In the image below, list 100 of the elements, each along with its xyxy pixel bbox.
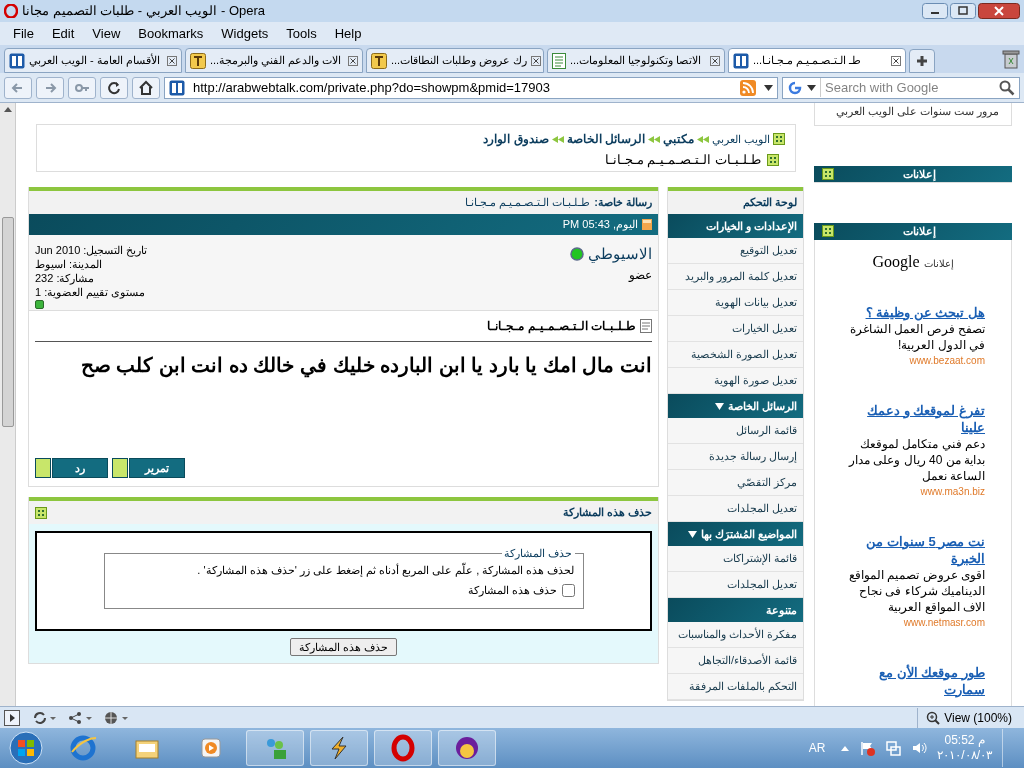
ad-title-link[interactable]: هل تبحث عن وظيفة ؟ [841, 303, 985, 321]
ads-header-title: إعلانات [901, 166, 937, 182]
sidebar-section-header[interactable]: الإعدادات و الخيارات [668, 214, 803, 238]
menu-item[interactable]: Widgets [212, 23, 278, 44]
ad-title-link[interactable]: طور موقعك الأن مع سمارت [841, 663, 985, 698]
menu-item[interactable]: File [4, 23, 43, 44]
reputation-icon [35, 300, 44, 309]
sidebar-section-title: متنوعة [766, 602, 797, 619]
close-icon [891, 55, 901, 66]
username-link[interactable]: الاسيوطي [588, 243, 652, 266]
network-icon [68, 710, 92, 725]
new-tab-button[interactable] [909, 49, 935, 73]
user-info: مستوى تقييم العضوية: 1 [35, 285, 146, 299]
breadcrumb-link[interactable]: مكتبي [662, 130, 694, 148]
maximize-icon [950, 3, 976, 19]
ad-text: تصفح فرص العمل الشاغرة في الدول العربية! [849, 321, 985, 353]
user-role: عضو [627, 266, 652, 284]
messenger-taskbar-button[interactable] [246, 730, 304, 766]
sidebar-section-header[interactable]: المواضيع المُشترَك بها [668, 522, 803, 546]
zoom-button[interactable]: View (100%) [917, 707, 1020, 728]
globe-icon [104, 710, 128, 725]
fieldset-legend: حذف المشاركة [502, 545, 575, 562]
double-arrow-icon [696, 135, 709, 143]
breadcrumb-link[interactable]: صندوق الوارد [483, 130, 549, 148]
menu-item[interactable]: Help [325, 23, 371, 44]
post-action-button[interactable]: تمرير [129, 458, 185, 478]
ad-title-link[interactable]: تفرغ لموقعك و دعمك علينا [841, 401, 985, 436]
close-icon [978, 3, 1020, 19]
sidebar-link[interactable]: تعديل بيانات الهوية [668, 290, 803, 316]
sidebar-link[interactable]: قائمة الإشتراكات [668, 546, 803, 572]
browser-tab[interactable]: ...طـ الـتـصـمـيـم مـجـانـا [728, 48, 906, 73]
opera-taskbar-button[interactable] [374, 730, 432, 766]
sidebar-link[interactable]: تعديل كلمة المرور والبريد [668, 264, 803, 290]
reload-button[interactable] [100, 76, 128, 99]
sidebar-link[interactable]: إرسال رسالة جديدة [668, 444, 803, 470]
user-info: المدينة: اسيوط [35, 257, 103, 271]
browser-tab[interactable]: ...الات والدعم الفني والبرمجة [185, 48, 363, 73]
opera-taskbar-icon [389, 734, 417, 762]
post-text: انت مال امك يا بارد يا ابن البارده خليك في خالك ده انت ابن كلب صح [79, 353, 652, 380]
sidebar-link[interactable]: مركز التقصّي [668, 470, 803, 496]
ad-title-link[interactable]: نت مصر 5 سنوات من الخبرة [841, 532, 985, 567]
double-arrow-icon [551, 135, 564, 143]
ads-header-title: إعلانات [901, 224, 937, 240]
browser-tab[interactable]: ...الاتصا وتكنولوجيا المعلومات [547, 48, 725, 73]
post-title: طـلـبـات الـتـصـمـيـم مـجـانـا [487, 318, 636, 335]
sidebar-link[interactable]: تعديل المجلدات [668, 496, 803, 522]
panel-toggle-icon [4, 709, 20, 726]
home-button[interactable] [132, 76, 160, 99]
zoom-icon [926, 710, 941, 725]
menu-item[interactable]: Edit [42, 23, 84, 44]
scrollbar-thumb[interactable] [1, 217, 14, 427]
site-logo-icon [169, 79, 185, 96]
close-icon [348, 55, 358, 66]
sidebar-link[interactable]: تعديل التوقيع [668, 238, 803, 264]
scrollbar[interactable] [0, 103, 16, 706]
post-date: اليوم, 05:43 PM [562, 217, 638, 233]
sidebar-section-header[interactable]: الرسائل الخاصة [668, 394, 803, 418]
back-button[interactable] [4, 76, 32, 99]
browser-tab[interactable]: الأقسام العامة - الويب العربي [4, 48, 182, 73]
search-icon [999, 79, 1015, 96]
sidebar-link[interactable]: قائمة الرسائل [668, 418, 803, 444]
breadcrumb-link[interactable]: الرسائل الخاصة [566, 130, 645, 148]
sidebar-link[interactable]: تعديل المجلدات [668, 572, 803, 598]
forum-logo-icon [190, 52, 206, 69]
search-field[interactable]: Search with Google [782, 76, 1020, 99]
breadcrumb-link[interactable]: الويب العربي [711, 130, 770, 148]
forward-button[interactable] [36, 76, 64, 99]
window-title: الويب العربي - طلبات التصميم مجانا - Opera [22, 2, 266, 21]
sidebar-section-header[interactable]: متنوعة [668, 598, 803, 622]
close-icon [167, 55, 177, 66]
windows-logo-icon [9, 731, 43, 765]
delete-checkbox[interactable] [561, 583, 575, 597]
menu-item[interactable]: View [83, 23, 130, 44]
sidebar-link[interactable]: مفكرة الأحداث والمناسبات [668, 622, 803, 648]
site-logo-icon [9, 52, 25, 69]
menu-item[interactable]: Tools [277, 23, 326, 44]
sidebar-link[interactable]: التحكم بالملفات المرفقة [668, 674, 803, 700]
browser-tab[interactable]: ...رك عروض وطلبات النطاقات [366, 48, 544, 73]
sidebar-link[interactable]: تعديل صورة الهوية [668, 368, 803, 394]
sidebar-link[interactable]: تعديل الخيارات [668, 316, 803, 342]
delete-post-button[interactable]: حذف هذه المشاركة [289, 638, 398, 656]
news-link[interactable]: مرور ست سنوات على الويب العربي [835, 103, 999, 120]
google-logo-icon [787, 79, 803, 96]
collapse-arrow-icon [714, 402, 724, 410]
scroll-up-arrow-icon [3, 107, 12, 112]
trash-icon [1002, 49, 1020, 69]
sidebar-link[interactable]: قائمة الأصدقاء/التجاهل [668, 648, 803, 674]
home-icon [138, 79, 154, 96]
close-icon [710, 55, 720, 66]
rss-icon [740, 79, 756, 96]
post-action-button[interactable]: رد [52, 458, 108, 478]
sidebar-link[interactable]: تعديل الصورة الشخصية [668, 342, 803, 368]
address-field[interactable]: http://arabwebtalk.com/private.php?do=showpm&pmid=17903 [164, 76, 778, 99]
plus-icon [916, 55, 928, 67]
double-arrow-icon [647, 135, 660, 143]
site-logo-icon [733, 52, 749, 69]
instruction-text: لحذف هذه المشاركة , علّم على المربع أدناه ثم إضغط على زر 'حذف هذه المشاركة' . [196, 561, 575, 578]
winamp-taskbar-button[interactable] [310, 730, 368, 766]
yahoo-messenger-taskbar-button[interactable] [438, 730, 496, 766]
menu-item[interactable]: Bookmarks [129, 23, 213, 44]
